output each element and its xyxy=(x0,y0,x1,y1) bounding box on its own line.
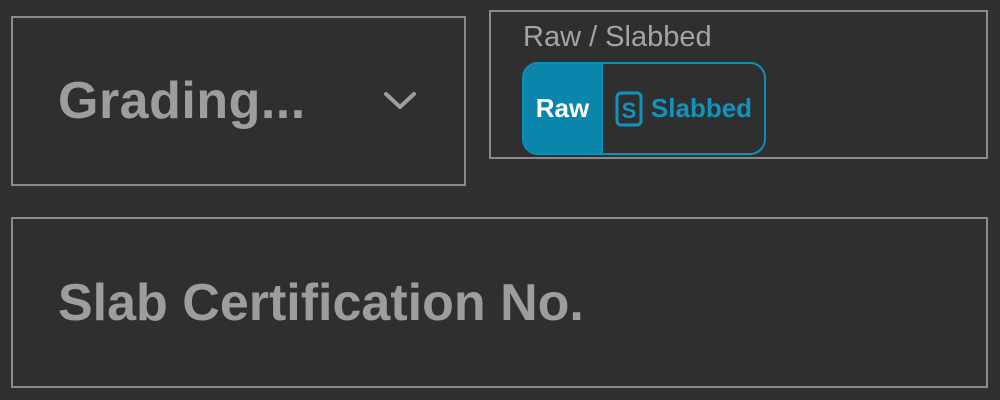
slabbed-option-label: Slabbed xyxy=(650,93,753,123)
card-details-form: Grading... Raw / Slabbed Raw S Slabbed xyxy=(0,0,1000,400)
raw-slabbed-group: Raw / Slabbed Raw S Slabbed xyxy=(489,10,988,159)
slab-icon: S xyxy=(615,91,643,127)
slab-certification-input[interactable] xyxy=(58,219,986,386)
slabbed-option-button[interactable]: S Slabbed xyxy=(603,64,764,153)
slab-certification-field[interactable] xyxy=(11,217,988,388)
grading-select[interactable]: Grading... xyxy=(11,16,466,186)
raw-slabbed-toggle: Raw S Slabbed xyxy=(522,62,766,155)
chevron-down-icon xyxy=(382,83,418,119)
raw-option-label: Raw xyxy=(535,93,590,123)
raw-slabbed-label: Raw / Slabbed xyxy=(523,21,712,53)
raw-option-button[interactable]: Raw xyxy=(524,64,601,153)
grading-select-value: Grading... xyxy=(58,72,306,130)
svg-text:S: S xyxy=(622,98,637,123)
